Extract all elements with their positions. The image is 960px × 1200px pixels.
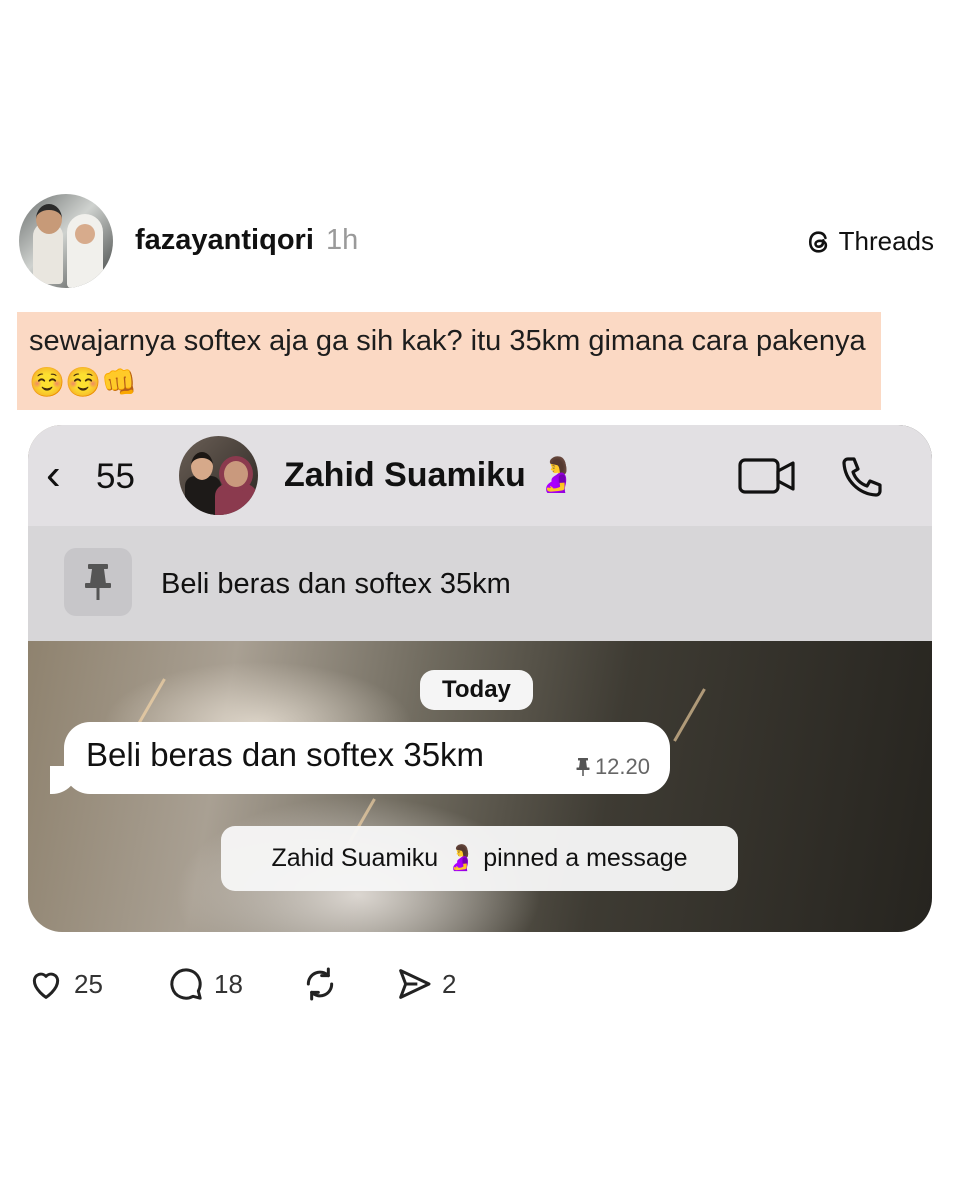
comment-icon bbox=[170, 968, 202, 1000]
post-time: 1h bbox=[325, 224, 359, 256]
threads-brand[interactable]: Threads bbox=[805, 226, 934, 257]
username[interactable]: fazayantiqori 1h bbox=[135, 224, 358, 257]
back-count[interactable]: 55 bbox=[96, 457, 135, 497]
chat-header: ‹ 55 Zahid Suamiku 🤰 bbox=[28, 425, 932, 526]
like-button[interactable]: 25 bbox=[26, 964, 103, 1004]
pin-icon bbox=[85, 564, 111, 600]
share-icon bbox=[399, 969, 431, 999]
like-count: 25 bbox=[74, 968, 103, 999]
avatar-figure bbox=[36, 204, 62, 234]
comment-count: 18 bbox=[214, 968, 243, 999]
contact-name[interactable]: Zahid Suamiku 🤰 bbox=[284, 455, 578, 495]
repost-icon bbox=[306, 967, 334, 1001]
comment-button[interactable]: 18 bbox=[166, 964, 243, 1004]
message-time: 12.20 bbox=[594, 754, 650, 779]
brand-label: Threads bbox=[838, 226, 934, 256]
repost-button[interactable] bbox=[300, 964, 340, 1004]
light-streak bbox=[673, 688, 706, 742]
video-call-icon[interactable] bbox=[738, 458, 796, 494]
system-message: Zahid Suamiku 🤰 pinned a message bbox=[221, 826, 738, 891]
share-count: 2 bbox=[442, 968, 457, 999]
message-text: Beli beras dan softex 35km bbox=[86, 736, 485, 773]
pin-button[interactable] bbox=[64, 548, 132, 616]
back-chevron-icon[interactable]: ‹ bbox=[46, 453, 61, 497]
date-divider: Today bbox=[420, 670, 533, 710]
phone-icon[interactable] bbox=[838, 453, 886, 501]
heart-icon bbox=[32, 972, 60, 999]
avatar-figure bbox=[219, 456, 253, 492]
username-text[interactable]: fazayantiqori bbox=[135, 224, 314, 256]
contact-avatar[interactable] bbox=[179, 436, 258, 515]
avatar-figure bbox=[191, 452, 213, 480]
message-bubble[interactable]: Beli beras dan softex 35km 12.20 bbox=[50, 722, 670, 794]
avatar-figure bbox=[75, 224, 95, 244]
pin-icon bbox=[576, 758, 590, 776]
message-meta: 12.20 bbox=[575, 754, 650, 780]
pinned-message-bar[interactable]: Beli beras dan softex 35km bbox=[28, 526, 932, 641]
chat-screenshot: ‹ 55 Zahid Suamiku 🤰 Beli beras dan soft… bbox=[28, 425, 932, 932]
pinned-message-text[interactable]: Beli beras dan softex 35km bbox=[161, 568, 511, 601]
share-button[interactable]: 2 bbox=[394, 964, 456, 1004]
avatar[interactable] bbox=[19, 194, 113, 288]
threads-logo-icon bbox=[808, 230, 827, 253]
caption-text: sewajarnya softex aja ga sih kak? itu 35… bbox=[29, 325, 866, 399]
post-caption: sewajarnya softex aja ga sih kak? itu 35… bbox=[17, 312, 881, 410]
